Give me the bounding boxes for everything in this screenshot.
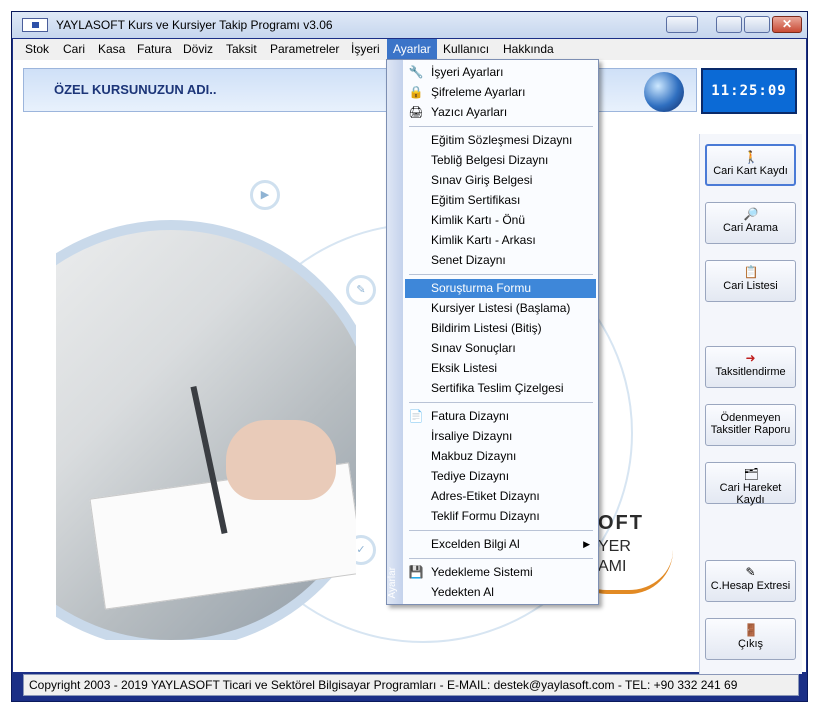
menu-teklif-formu[interactable]: Teklif Formu Dizaynı	[405, 507, 596, 526]
menu-makbuz-dizayni[interactable]: Makbuz Dizaynı	[405, 447, 596, 466]
printer-icon: 🖨	[408, 105, 424, 119]
menu-doviz[interactable]: Döviz	[183, 42, 213, 56]
play-icon: ▶	[250, 180, 280, 210]
cari-hareket-kaydi-button[interactable]: 🗂 Cari Hareket Kaydı	[705, 462, 796, 506]
menu-kullanici[interactable]: Kullanıcı	[443, 42, 489, 56]
tools-icon: 🔧	[408, 65, 424, 79]
hero-photo	[56, 220, 356, 640]
menu-sinav-giris-belgesi[interactable]: Sınav Giriş Belgesi	[405, 171, 596, 190]
ayarlar-dropdown: Ayarlar 🔧 İşyeri Ayarları 🔒 Şifreleme Ayar…	[386, 59, 599, 605]
status-bar: Copyright 2003 - 2019 YAYLASOFT Ticari v…	[23, 674, 799, 696]
keyboard-icon[interactable]	[666, 16, 698, 33]
lock-icon: 🔒	[408, 85, 424, 99]
menu-separator	[409, 274, 593, 275]
menu-cari[interactable]: Cari	[63, 42, 85, 56]
right-toolbar: 🚶 Cari Kart Kaydı 🔎 Cari Arama 📋 Cari Li…	[699, 134, 802, 674]
menu-egitim-sozlesmesi[interactable]: Eğitim Sözleşmesi Dizaynı	[405, 131, 596, 150]
menu-bildirim-listesi[interactable]: Bildirim Listesi (Bitiş)	[405, 319, 596, 338]
menu-sorusturma-formu[interactable]: Soruşturma Formu	[405, 279, 596, 298]
taksitlendirme-button[interactable]: ➜ Taksitlendirme	[705, 346, 796, 388]
list-icon: 📋	[743, 265, 759, 279]
person-icon: 🚶	[743, 150, 759, 164]
app-icon[interactable]	[22, 18, 48, 32]
menu-egitim-sertifikasi[interactable]: Eğitim Sertifikası	[405, 191, 596, 210]
menu-yedekleme-sistemi[interactable]: 💾 Yedekleme Sistemi	[405, 563, 596, 582]
cari-listesi-button[interactable]: 📋 Cari Listesi	[705, 260, 796, 302]
menu-adres-etiket[interactable]: Adres-Etiket Dizaynı	[405, 487, 596, 506]
door-icon: 🚪	[743, 623, 759, 637]
cari-arama-button[interactable]: 🔎 Cari Arama	[705, 202, 796, 244]
menu-isyeri-ayarlari[interactable]: 🔧 İşyeri Ayarları	[405, 63, 596, 82]
odenmeyen-taksitler-button[interactable]: Ödenmeyen Taksitler Raporu	[705, 404, 796, 446]
menu-isyeri[interactable]: İşyeri	[351, 42, 380, 56]
menu-sertifika-teslim[interactable]: Sertifika Teslim Çizelgesi	[405, 379, 596, 398]
menu-bar: Stok Cari Kasa Fatura Döviz Taksit Param…	[13, 39, 806, 60]
arrow-right-icon: ➜	[745, 351, 756, 365]
menu-separator	[409, 558, 593, 559]
menu-yazici-ayarlari[interactable]: 🖨 Yazıcı Ayarları	[405, 103, 596, 122]
invoice-icon: 📄	[408, 409, 424, 423]
cikis-button[interactable]: 🚪 Çıkış	[705, 618, 796, 660]
menu-sinav-sonuclari[interactable]: Sınav Sonuçları	[405, 339, 596, 358]
menu-kursiyer-listesi[interactable]: Kursiyer Listesi (Başlama)	[405, 299, 596, 318]
pen-icon: ✎	[745, 565, 756, 579]
menu-tediye-dizayni[interactable]: Tediye Dizaynı	[405, 467, 596, 486]
menu-strip-label: Ayarlar	[387, 566, 398, 599]
window-title: YAYLASOFT Kurs ve Kursiyer Takip Program…	[56, 18, 333, 32]
document-icon: 🗂	[743, 467, 759, 481]
minimize-button[interactable]	[716, 16, 742, 33]
cari-kart-kaydi-button[interactable]: 🚶 Cari Kart Kaydı	[705, 144, 796, 186]
menu-separator	[409, 402, 593, 403]
menu-separator	[409, 530, 593, 531]
title-bar[interactable]: YAYLASOFT Kurs ve Kursiyer Takip Program…	[12, 12, 807, 38]
menu-kimlik-karti-onu[interactable]: Kimlik Kartı - Önü	[405, 211, 596, 230]
menu-hakkinda[interactable]: Hakkında	[503, 42, 554, 56]
menu-taksit[interactable]: Taksit	[226, 42, 257, 56]
menu-fatura-dizayni[interactable]: 📄 Fatura Dizaynı	[405, 407, 596, 426]
menu-stok[interactable]: Stok	[25, 42, 49, 56]
brand-logo-fragment: OFT	[598, 512, 644, 534]
submenu-arrow-icon: ▶	[583, 539, 590, 549]
menu-kasa[interactable]: Kasa	[98, 42, 125, 56]
menu-fatura[interactable]: Fatura	[137, 42, 172, 56]
clock: 11:25:09	[701, 68, 797, 114]
menu-senet-dizayni[interactable]: Senet Dizaynı	[405, 251, 596, 270]
backup-icon: 💾	[408, 565, 424, 579]
search-icon: 🔎	[743, 207, 759, 221]
menu-teblig-belgesi[interactable]: Tebliğ Belgesi Dizaynı	[405, 151, 596, 170]
menu-sifreleme-ayarlari[interactable]: 🔒 Şifreleme Ayarları	[405, 83, 596, 102]
menu-ayarlar[interactable]: Ayarlar	[387, 39, 437, 60]
globe-icon	[644, 72, 684, 112]
close-button[interactable]: ✕	[772, 16, 802, 33]
c-hesap-extresi-button[interactable]: ✎ C.Hesap Extresi	[705, 560, 796, 602]
menu-eksik-listesi[interactable]: Eksik Listesi	[405, 359, 596, 378]
maximize-button[interactable]	[744, 16, 770, 33]
menu-kimlik-karti-arkasi[interactable]: Kimlik Kartı - Arkası	[405, 231, 596, 250]
menu-irsaliye-dizayni[interactable]: İrsaliye Dizaynı	[405, 427, 596, 446]
menu-side-strip: Ayarlar	[387, 60, 403, 604]
menu-yedekten-al[interactable]: Yedekten Al	[405, 583, 596, 602]
school-name: ÖZEL KURSUNUZUN ADI..	[54, 82, 217, 97]
menu-parametreler[interactable]: Parametreler	[270, 42, 339, 56]
menu-separator	[409, 126, 593, 127]
menu-excelden-bilgi-al[interactable]: Excelden Bilgi Al ▶	[405, 535, 596, 554]
